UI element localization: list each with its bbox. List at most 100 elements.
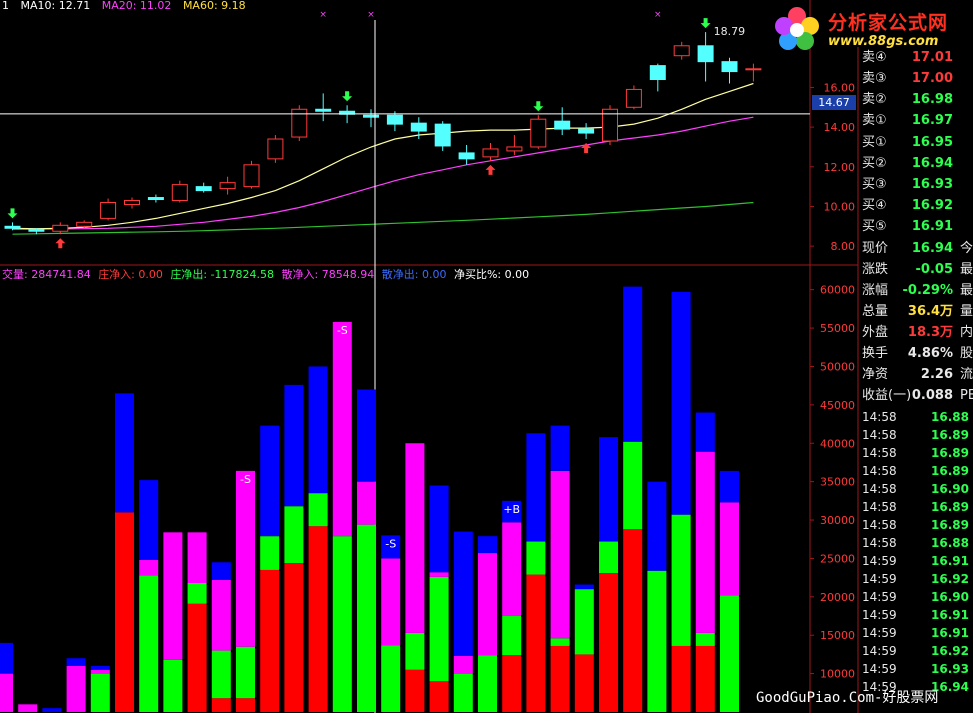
candle-body: [171, 184, 188, 202]
quote-value: 17.00: [911, 71, 953, 86]
quote-value: 16.95: [911, 135, 953, 150]
volume-segment-blue: [429, 485, 449, 573]
volume-annotation: -S: [337, 324, 348, 337]
volume-segment-magenta: [211, 579, 231, 651]
tick-price: 16.90: [931, 590, 969, 604]
bid-row: 买⑤ 16.91: [858, 216, 973, 237]
tick-time: 14:59: [862, 590, 897, 604]
tick-time: 14:58: [862, 428, 897, 442]
quote-value: 2.26: [920, 367, 953, 382]
volume-segment-blue: [211, 562, 231, 580]
quote-label: 涨跌: [862, 262, 889, 277]
quote-label: 买④: [862, 198, 887, 213]
volume-segment-magenta: [332, 321, 352, 537]
volume-legend: 交量: 284741.84 庄净入: 0.00 庄净出: -117824.58 …: [2, 266, 533, 282]
bid-row: 买③ 16.93: [858, 174, 973, 195]
volume-segment-red: [260, 569, 280, 712]
volume-annotation: +B: [503, 503, 520, 516]
tick-price: 16.91: [931, 608, 969, 622]
tick-price: 16.88: [931, 410, 969, 424]
candle-body: [52, 224, 69, 232]
volume-segment-red: [695, 645, 715, 712]
legend-lead: 1: [2, 0, 9, 12]
buy-arrow-icon: [485, 164, 496, 175]
candle-body: [458, 152, 475, 160]
tick-price: 16.89: [931, 518, 969, 532]
volume-annotation: -S: [240, 473, 251, 486]
sell-arrow-icon: [342, 91, 353, 102]
candle-body: [482, 148, 499, 158]
quote-extra: 流: [960, 367, 973, 382]
volume-segment-magenta: [357, 481, 376, 525]
volume-segment-magenta: [502, 522, 522, 617]
ma10-label: MA10: 12.71: [20, 0, 91, 12]
volume-axis-label: 15000: [820, 629, 855, 642]
price-axis-label: 12.00: [824, 161, 856, 174]
quote-value: -0.05: [915, 262, 953, 277]
volume-segment-blue: [550, 425, 570, 471]
volume-segment-magenta: [720, 502, 739, 596]
tick-time: 14:59: [862, 554, 897, 568]
volume-segment-green: [502, 616, 522, 656]
ask-row: 卖① 16.97: [858, 110, 973, 131]
bid-row: 买② 16.94: [858, 153, 973, 174]
volume-segment-blue: [308, 366, 328, 494]
candle-body: [147, 197, 164, 201]
candle-body: [386, 114, 403, 125]
candle-body: [506, 146, 523, 152]
quote-value: 4.86%: [907, 346, 953, 361]
net-ratio-label: 净买比%: 0.00: [453, 268, 530, 281]
info-row: 换手 4.86% 股: [858, 343, 973, 364]
volume-segment-blue: [647, 481, 667, 571]
quote-value: 16.98: [911, 92, 953, 107]
tick-time: 14:58: [862, 464, 897, 478]
quote-value: 16.93: [911, 177, 953, 192]
volume-segment-green: [90, 673, 110, 712]
volume-segment-red: [429, 681, 449, 712]
volume-segment-green: [453, 673, 473, 712]
volume-segment-green: [671, 514, 691, 646]
marker-icon: ×: [654, 10, 662, 20]
quote-label: 卖②: [862, 92, 887, 107]
candle-body: [124, 200, 140, 205]
tick-time: 14:58: [862, 518, 897, 532]
buy-arrow-icon: [55, 238, 66, 249]
candle-body: [721, 61, 738, 73]
logo-title: 分析家公式网: [828, 12, 949, 34]
tick-price: 16.89: [931, 464, 969, 478]
tick-time: 14:59: [862, 626, 897, 640]
quote-extra: 今: [960, 241, 973, 256]
volume-segment-blue: [115, 393, 134, 513]
tick-time: 14:58: [862, 410, 897, 424]
main-out-label: 庄净出: -117824.58: [170, 268, 275, 281]
info-row: 外盘 18.3万内: [858, 322, 973, 343]
volume-segment-magenta: [478, 553, 497, 656]
quote-label: 换手: [862, 346, 889, 361]
info-row: 收益(一) 0.088 PE: [858, 385, 973, 406]
tick-row: 14:59 16.90: [858, 588, 973, 606]
info-row: 净资 2.26 流: [858, 364, 973, 385]
ma60-line: [12, 201, 754, 235]
quote-label: 买②: [862, 156, 887, 171]
quote-extra: 内: [960, 325, 973, 340]
info-row: 涨跌 -0.05 最: [858, 259, 973, 280]
marker-icon: ×: [367, 10, 375, 20]
volume-segment-magenta: [187, 532, 207, 583]
volume-segment-green: [357, 524, 376, 712]
volume-segment-magenta: [139, 559, 159, 576]
flower-icon: [775, 7, 819, 50]
high-price-label: 18.79: [714, 25, 746, 38]
volume-axis-label: 55000: [820, 322, 855, 335]
tick-time: 14:59: [862, 644, 897, 658]
tick-price: 16.89: [931, 500, 969, 514]
volume-segment-blue: [139, 480, 159, 560]
candle-body: [649, 65, 666, 81]
info-row: 现价 16.94 今: [858, 238, 973, 259]
candle-body: [745, 68, 762, 71]
volume-segment-red: [526, 574, 546, 712]
volume-segment-green: [211, 650, 231, 699]
price-axis-label: 8.00: [831, 240, 856, 253]
volume-segment-green: [332, 536, 352, 712]
candle-body: [267, 138, 284, 160]
volume-segment-green: [695, 632, 715, 646]
